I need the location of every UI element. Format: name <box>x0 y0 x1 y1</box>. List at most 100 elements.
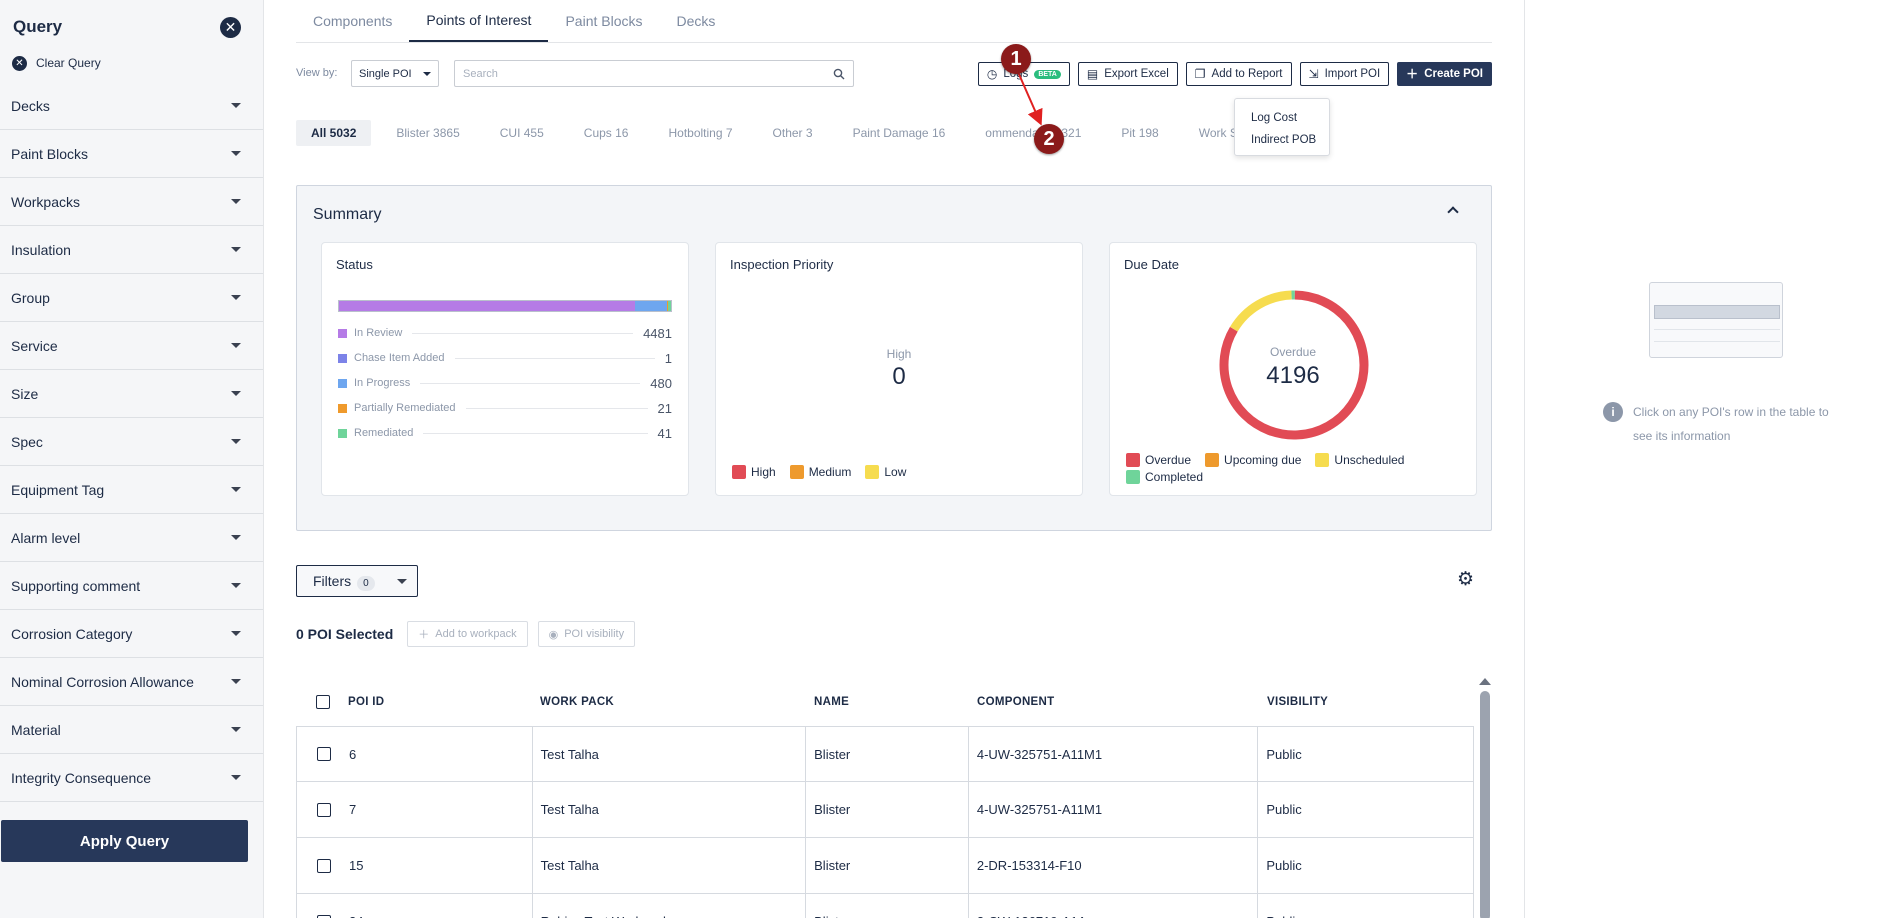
close-icon[interactable]: ✕ <box>220 16 241 38</box>
filter-group[interactable]: Group <box>0 274 263 322</box>
table-row[interactable]: 24 Rabiya Test Workpack Blister 3-CW-126719… <box>296 894 1474 918</box>
cell-value: Rabiya Test Workpack <box>541 914 670 918</box>
summary-panel: Summary Status In Review 4481 Chase Item A… <box>296 185 1492 531</box>
cell-value: Blister <box>814 858 851 873</box>
filter-workpacks[interactable]: Workpacks <box>0 178 263 226</box>
filter-size[interactable]: Size <box>0 370 263 418</box>
cell-value: 2-DR-153314-F10 <box>976 858 1082 873</box>
filter-material[interactable]: Material <box>0 706 263 754</box>
cell-poi-id: 15 <box>297 838 533 893</box>
poi-selected-count: 0 POI Selected <box>296 626 394 642</box>
chip-cups-16[interactable]: Cups 16 <box>569 120 644 146</box>
create-poi-button[interactable]: ＋ Create POI <box>1397 62 1492 86</box>
info-message: i Click on any POI's row in the table to… <box>1603 400 1843 448</box>
filter-integrity-consequence[interactable]: Integrity Consequence <box>0 754 263 802</box>
chevron-down-icon <box>231 295 241 300</box>
filter-label: Alarm level <box>11 529 81 546</box>
row-checkbox[interactable] <box>317 802 331 817</box>
table-row[interactable]: 15 Test Talha Blister 2-DR-153314-F10 Public <box>296 838 1474 894</box>
filter-alarm-level[interactable]: Alarm level <box>0 514 263 562</box>
row-checkbox[interactable] <box>317 858 331 873</box>
chip-hotbolting-7[interactable]: Hotbolting 7 <box>653 120 747 146</box>
scroll-thumb[interactable] <box>1480 691 1490 918</box>
menu-item-indirect-pob[interactable]: Indirect POB <box>1235 129 1329 151</box>
cell-work-pack: Test Talha <box>533 838 807 893</box>
gear-icon[interactable]: ⚙ <box>1457 568 1474 591</box>
row-checkbox[interactable] <box>317 914 331 918</box>
filter-decks[interactable]: Decks <box>0 82 263 130</box>
search-input[interactable]: Search <box>454 60 854 87</box>
chevron-down-icon <box>231 343 241 348</box>
tab-paint-blocks[interactable]: Paint Blocks <box>548 0 659 42</box>
filter-spec[interactable]: Spec <box>0 418 263 466</box>
chip-pit-198[interactable]: Pit 198 <box>1106 120 1173 146</box>
chip-paint-damage-16[interactable]: Paint Damage 16 <box>838 120 961 146</box>
view-by-value: Single POI <box>359 67 412 80</box>
row-checkbox[interactable] <box>317 747 331 761</box>
cell-poi-id: 6 <box>297 727 533 781</box>
cell-component: 4-UW-325751-A11M1 <box>969 782 1259 837</box>
add-to-workpack-button[interactable]: ＋ Add to workpack <box>407 621 528 647</box>
scroll-up-icon[interactable] <box>1479 678 1491 685</box>
chevron-down-icon <box>231 391 241 396</box>
cell-value: Public <box>1266 746 1302 762</box>
tab-points-of-interest[interactable]: Points of Interest <box>409 0 549 42</box>
filter-label: Workpacks <box>11 193 80 210</box>
cell-value: Blister <box>814 914 850 918</box>
menu-item-log-cost[interactable]: Log Cost <box>1235 107 1329 129</box>
chevron-down-icon <box>231 535 241 540</box>
status-color-swatch <box>338 378 347 388</box>
filter-service[interactable]: Service <box>0 322 263 370</box>
cell-visibility: Public <box>1258 782 1473 837</box>
header-label: VISIBILITY <box>1267 696 1329 708</box>
legend-swatch <box>1126 470 1140 484</box>
poi-visibility-button[interactable]: ◉ POI visibility <box>537 621 636 647</box>
table-row[interactable]: 6 Test Talha Blister 4-UW-325751-A11M1 Publi… <box>296 726 1474 782</box>
column-header-name: NAME <box>806 678 969 726</box>
apply-query-button[interactable]: Apply Query <box>1 820 248 862</box>
status-value: 21 <box>657 400 672 416</box>
filter-paint-blocks[interactable]: Paint Blocks <box>0 130 263 178</box>
export-excel-button[interactable]: ▤ Export Excel <box>1077 62 1178 86</box>
filter-insulation[interactable]: Insulation <box>0 226 263 274</box>
select-all-checkbox[interactable] <box>316 695 330 709</box>
filter-label: Integrity Consequence <box>11 769 152 786</box>
chevron-up-icon[interactable] <box>1447 206 1459 218</box>
cell-value: Public <box>1266 914 1301 918</box>
legend-swatch <box>1315 453 1330 467</box>
status-row-partially-remediated: Partially Remediated 21 <box>338 400 672 416</box>
import-poi-button[interactable]: ⇲ Import POI <box>1299 62 1390 86</box>
tab-components[interactable]: Components <box>296 0 409 42</box>
filter-equipment-tag[interactable]: Equipment Tag <box>0 466 263 514</box>
cell-value: 24 <box>349 914 363 918</box>
clear-query-button[interactable]: ✕ Clear Query <box>0 54 263 72</box>
chevron-down-icon <box>397 578 407 584</box>
legend-item-overdue: Overdue <box>1126 453 1191 467</box>
filter-label: Paint Blocks <box>11 145 89 162</box>
chip-cui-455[interactable]: CUI 455 <box>485 120 559 146</box>
chip-other-3[interactable]: Other 3 <box>758 120 828 146</box>
category-chips: All 5032 Blister 3865 CUI 455 Cups 16 Hotbol… <box>296 120 1289 146</box>
legend-item-high: High <box>732 465 776 479</box>
search-icon <box>833 68 845 79</box>
table-header: POI ID WORK PACK NAME COMPONENT VISIBILITY <box>296 678 1474 726</box>
cell-value: Public <box>1266 802 1302 817</box>
add-to-report-button[interactable]: ❐ Add to Report <box>1185 62 1292 86</box>
legend-label: High <box>751 465 776 479</box>
table-row[interactable]: 7 Test Talha Blister 4-UW-325751-A11M1 Publi… <box>296 782 1474 838</box>
cell-component: 4-UW-325751-A11M1 <box>969 727 1259 781</box>
chip-all-5032[interactable]: All 5032 <box>296 120 372 146</box>
filter-label: Decks <box>11 97 50 114</box>
tab-decks[interactable]: Decks <box>660 0 733 42</box>
chip-blister-3865[interactable]: Blister 3865 <box>381 120 474 146</box>
view-by-select[interactable]: Single POI <box>351 60 439 87</box>
filter-corrosion-category[interactable]: Corrosion Category <box>0 610 263 658</box>
filter-nominal-corrosion-allowance[interactable]: Nominal Corrosion Allowance <box>0 658 263 706</box>
chevron-down-icon <box>231 439 241 444</box>
table-scrollbar[interactable] <box>1479 678 1491 918</box>
filter-supporting-comment[interactable]: Supporting comment <box>0 562 263 610</box>
query-filter-list: Decks Paint Blocks Workpacks Insulation Grou… <box>0 82 263 802</box>
cell-value: 15 <box>349 858 364 873</box>
filters-dropdown-button[interactable]: Filters 0 <box>296 565 418 597</box>
due-date-card: Due Date Overdue 4196 Overdue Upcoming du… <box>1109 242 1477 496</box>
